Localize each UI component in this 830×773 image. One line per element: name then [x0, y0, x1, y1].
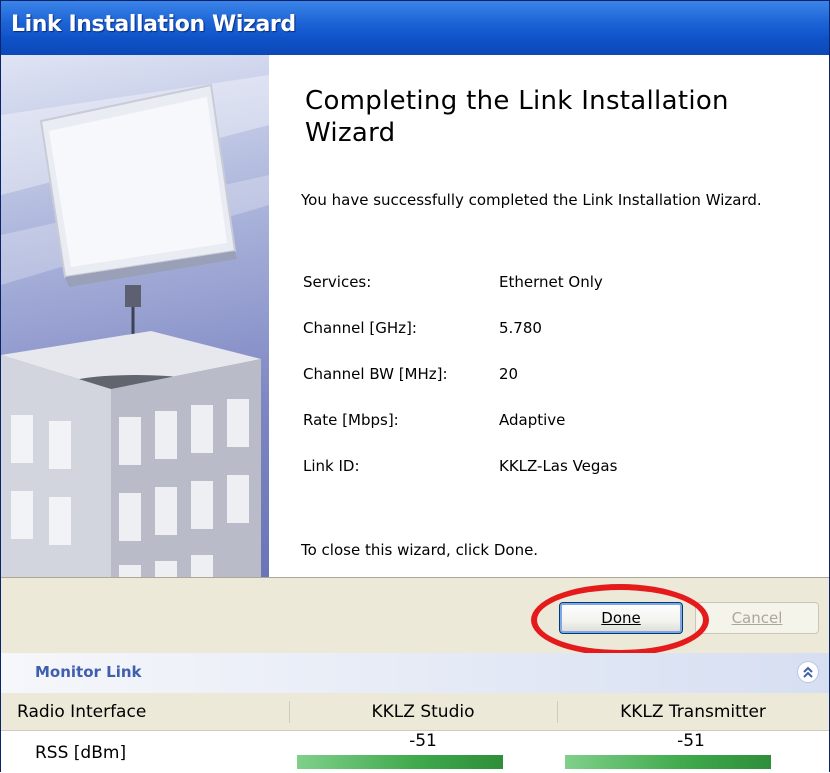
done-highlight-circle [531, 584, 709, 656]
summary-value: KKLZ-Las Vegas [499, 457, 618, 475]
column-header-radio-interface: Radio Interface [17, 702, 147, 722]
cancel-button: Cancel [695, 602, 819, 634]
closing-instruction: To close this wizard, click Done. [301, 541, 539, 559]
summary-list: Services: Ethernet Only Channel [GHz]: 5… [303, 273, 783, 503]
wizard-heading: Completing the Link Installation Wizard [305, 86, 729, 148]
summary-row-link-id: Link ID: KKLZ-Las Vegas [303, 457, 783, 503]
wizard-intro: You have successfully completed the Link… [301, 191, 762, 209]
studio-rss-bar [297, 755, 503, 769]
summary-value: Adaptive [499, 411, 566, 429]
summary-value: Ethernet Only [499, 273, 603, 291]
summary-row-services: Services: Ethernet Only [303, 273, 783, 319]
window-title: Link Installation Wizard [11, 12, 296, 37]
summary-label: Channel BW [MHz]: [303, 365, 448, 383]
row-label: RSS [dBm] [35, 743, 127, 763]
transmitter-rss-bar [565, 755, 771, 769]
title-bar[interactable]: Link Installation Wizard [1, 1, 829, 55]
collapse-chevron-icon[interactable] [797, 661, 819, 683]
summary-value: 20 [499, 365, 519, 383]
antenna-building-illustration [1, 75, 269, 577]
wizard-illustration [1, 55, 269, 577]
summary-label: Services: [303, 273, 372, 291]
monitor-table-header: Radio Interface KKLZ Studio KKLZ Transmi… [1, 693, 829, 731]
wizard-window: Link Installation Wizard Completing the … [0, 0, 830, 773]
summary-row-channel-bw: Channel BW [MHz]: 20 [303, 365, 783, 411]
transmitter-rss-value: -51 [677, 731, 705, 751]
column-header-studio: KKLZ Studio [371, 702, 475, 722]
column-header-transmitter: KKLZ Transmitter [620, 702, 766, 722]
monitor-link-title: Monitor Link [35, 663, 142, 681]
monitor-link-header[interactable]: Monitor Link [1, 653, 829, 693]
summary-label: Link ID: [303, 457, 360, 475]
summary-row-channel: Channel [GHz]: 5.780 [303, 319, 783, 365]
summary-row-rate: Rate [Mbps]: Adaptive [303, 411, 783, 457]
studio-rss-value: -51 [409, 731, 437, 751]
summary-value: 5.780 [499, 319, 542, 337]
summary-label: Channel [GHz]: [303, 319, 417, 337]
table-row-rss: RSS [dBm] -51 -51 [1, 731, 829, 773]
summary-label: Rate [Mbps]: [303, 411, 399, 429]
